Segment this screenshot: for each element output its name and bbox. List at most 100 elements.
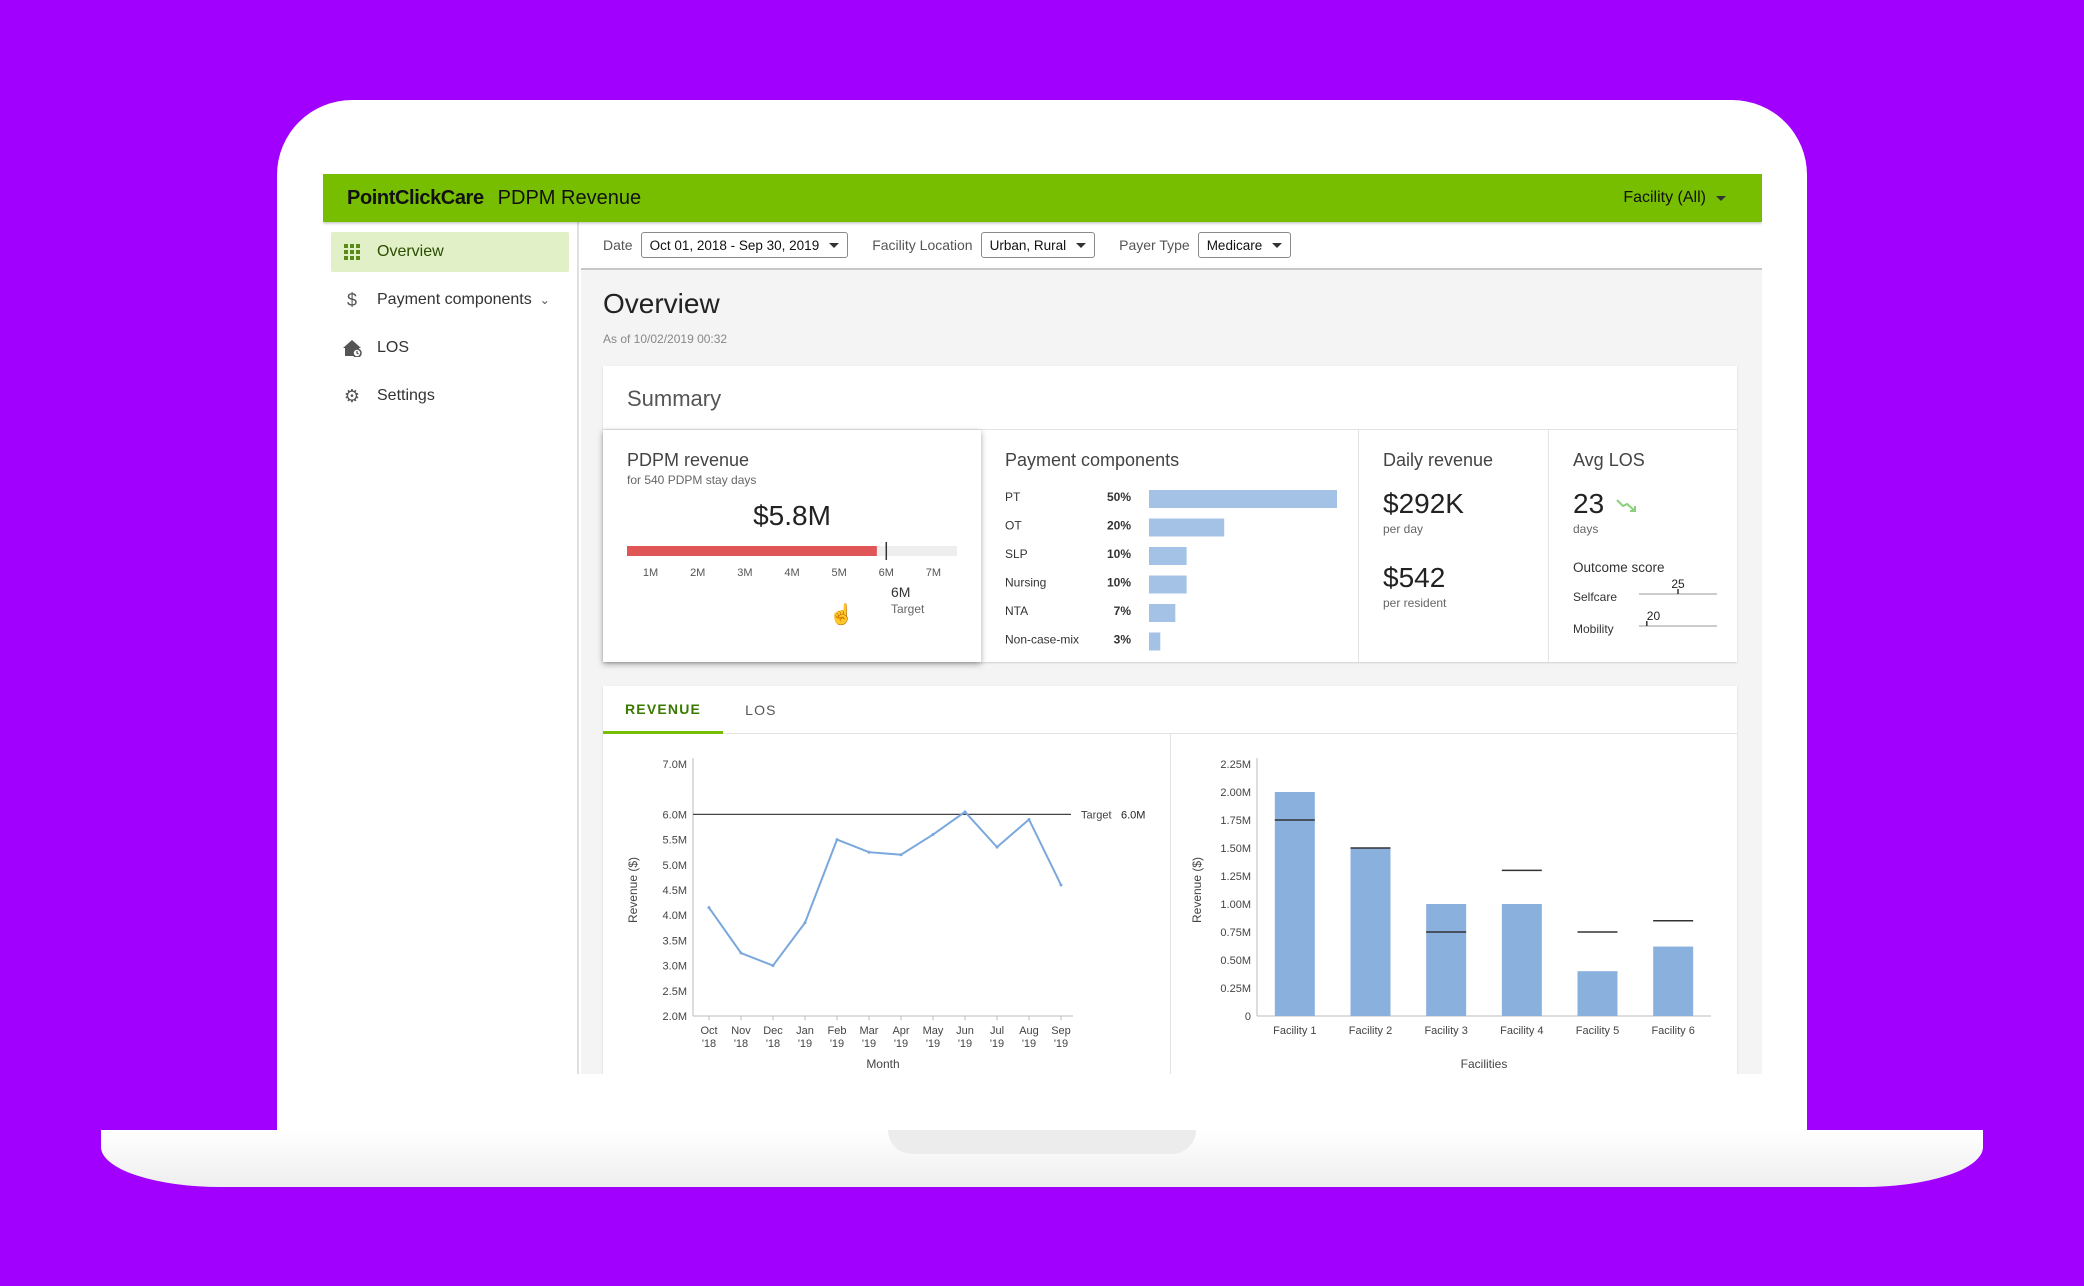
revenue-data-point (739, 951, 743, 955)
facility-bar (1274, 792, 1315, 1016)
payment-row-label: SLP (1005, 547, 1028, 561)
avg-los-card[interactable]: Avg LOS 23 days Outcome score Selfcare M… (1549, 430, 1737, 662)
gauge-tick-label: 5M (832, 567, 847, 579)
summary-title: Summary (603, 366, 1737, 430)
app-screen: PointClickCare PDPM Revenue Facility (Al… (323, 174, 1762, 1074)
date-filter-select[interactable]: Oct 01, 2018 - Sep 30, 2019 (640, 232, 849, 258)
y-tick-label: 2.25M (1220, 759, 1251, 771)
top-bar: PointClickCare PDPM Revenue Facility (Al… (323, 174, 1762, 222)
x-tick-label: Jan (796, 1025, 814, 1037)
payment-row-bar (1149, 575, 1187, 594)
tab-los[interactable]: LOS (723, 686, 799, 734)
x-tick-label: '19 (1054, 1038, 1068, 1050)
payment-row-bar (1149, 490, 1337, 508)
pdpm-revenue-card[interactable]: PDPM revenue for 540 PDPM stay days $5.8… (603, 430, 981, 662)
y-tick-label: 1.00M (1220, 899, 1251, 911)
y-tick-label: 2.0M (663, 1011, 687, 1023)
chevron-down-icon: ⌄ (539, 293, 550, 307)
pdpm-revenue-value: $5.8M (753, 500, 831, 531)
resident-revenue-value: $542 (1383, 562, 1446, 593)
y-tick-label: 2.5M (663, 986, 687, 998)
payer-filter-value: Medicare (1206, 237, 1263, 253)
revenue-data-point (771, 964, 775, 968)
resident-revenue-caption: per resident (1383, 596, 1447, 610)
payment-row-pct: 10% (1107, 576, 1131, 590)
caret-down-icon (1076, 242, 1087, 248)
main-content: Date Oct 01, 2018 - Sep 30, 2019 Facilit… (581, 222, 1762, 1074)
date-filter-value: Oct 01, 2018 - Sep 30, 2019 (649, 237, 820, 253)
sidebar-item-los[interactable]: LOS (331, 328, 569, 368)
y-tick-label: 0.50M (1220, 955, 1251, 967)
dollar-icon: $ (346, 289, 357, 310)
x-tick-label: Facility 6 (1651, 1025, 1694, 1037)
page-title: Overview (603, 288, 720, 319)
x-tick-label: '19 (894, 1038, 908, 1050)
caret-down-icon (829, 242, 840, 248)
payment-row-label: Non-case-mix (1005, 633, 1079, 647)
chart-tabs-panel: REVENUE LOS 2.0M 2.5M 3.0M 3.5M 4.0M 4.5M 5.0M… (603, 686, 1737, 1074)
gauge-tick-label: 3M (737, 567, 752, 579)
gauge-tick-label: 4M (784, 567, 799, 579)
facility-revenue-bar-chart: 0 0.25M 0.50M 0.75M 1.00M 1.25M 1.50M 1.75M 2.00… (1190, 758, 1711, 1071)
gear-icon: ⚙ (343, 385, 361, 406)
house-icon (341, 337, 363, 359)
x-tick-label: Facility 4 (1500, 1025, 1543, 1037)
mobility-label: Mobility (1573, 622, 1614, 636)
monthly-revenue-line-chart: 2.0M 2.5M 3.0M 3.5M 4.0M 4.5M 5.0M 5.5M 6.0M 7.0M… (626, 758, 1145, 1071)
location-filter-value: Urban, Rural (989, 237, 1067, 253)
facility-bar (1350, 848, 1391, 1016)
y-tick-label: 0 (1245, 1011, 1251, 1023)
x-tick-label: May (923, 1025, 944, 1037)
y-tick-label: 6.0M (663, 809, 687, 821)
x-tick-label: Dec (763, 1025, 783, 1037)
facility-dropdown[interactable]: Facility (All) (1623, 189, 1726, 207)
location-filter-label: Facility Location (872, 237, 973, 253)
app-title: PDPM Revenue (497, 186, 642, 209)
outcome-score-meters: 25 20 (1639, 577, 1717, 627)
payment-row-label: NTA (1005, 604, 1028, 618)
x-tick-label: '19 (830, 1038, 844, 1050)
x-tick-label: Facility 3 (1424, 1025, 1467, 1037)
target-caption: Target (891, 602, 925, 616)
location-filter-select[interactable]: Urban, Rural (980, 232, 1096, 258)
x-tick-label: Apr (892, 1025, 909, 1037)
payment-components-card[interactable]: Payment components PT 50% OT 20% SLP 10% Nursi… (981, 430, 1359, 662)
x-tick-label: '19 (1022, 1038, 1036, 1050)
sidebar-item-overview[interactable]: Overview (331, 232, 569, 272)
payer-filter-label: Payer Type (1119, 237, 1190, 253)
tab-revenue[interactable]: REVENUE (603, 686, 724, 734)
x-tick-label: Sep (1051, 1025, 1071, 1037)
payment-row-label: OT (1005, 519, 1022, 533)
grid-icon (341, 241, 363, 263)
y-tick-label: 3.0M (663, 961, 687, 973)
facility-bar (1501, 904, 1542, 1016)
revenue-data-point (803, 921, 807, 925)
sidebar-item-settings[interactable]: ⚙ Settings (331, 376, 569, 416)
y-tick-label: 4.5M (663, 885, 687, 897)
tab-bar: REVENUE LOS (603, 686, 1737, 734)
payment-row-bar (1149, 547, 1187, 565)
daily-revenue-card[interactable]: Daily revenue $292K per day $542 per res… (1359, 430, 1549, 662)
outcome-score-title: Outcome score (1573, 560, 1665, 575)
target-line-value: 6.0M (1121, 809, 1145, 821)
sidebar-item-payment-components[interactable]: $ Payment components ⌄ (331, 280, 569, 320)
payment-card-title: Payment components (1005, 450, 1180, 470)
x-tick-label: Oct (700, 1025, 717, 1037)
pdpm-progress-gauge: 1M 2M 3M 4M 5M 6M 7M (627, 542, 957, 579)
pdpm-card-title: PDPM revenue (627, 450, 750, 470)
payer-filter-select[interactable]: Medicare (1197, 232, 1292, 258)
x-tick-label: '19 (958, 1038, 972, 1050)
payment-row-pct: 7% (1114, 604, 1132, 618)
laptop-notch (888, 1130, 1196, 1154)
daily-revenue-value: $292K (1383, 488, 1464, 519)
sidebar-item-label: Settings (377, 387, 435, 404)
facility-bar (1653, 946, 1694, 1016)
y-tick-label: 1.50M (1220, 843, 1251, 855)
revenue-data-point (963, 810, 967, 814)
y-tick-label: 1.75M (1220, 815, 1251, 827)
score-value: 20 (1647, 609, 1661, 623)
revenue-data-point (707, 906, 711, 910)
revenue-data-point (899, 853, 903, 857)
y-tick-label: 0.25M (1220, 983, 1251, 995)
y-tick-label: 4.0M (663, 910, 687, 922)
